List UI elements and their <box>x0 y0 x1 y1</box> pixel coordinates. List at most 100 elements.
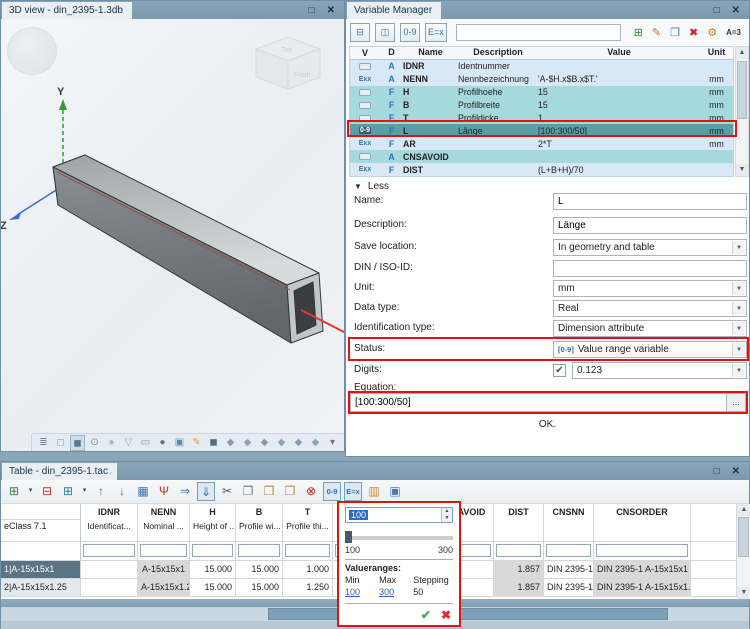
table-cell[interactable]: 15.000 <box>190 561 236 579</box>
filter-input[interactable] <box>140 544 187 557</box>
table-cell[interactable]: A-15x15x1.25 <box>138 579 190 597</box>
column-header[interactable]: CNSORDER <box>594 504 691 520</box>
filter-input[interactable] <box>546 544 591 557</box>
view-cube[interactable]: Top Front <box>256 37 320 89</box>
col-header-name[interactable]: Name <box>403 47 458 59</box>
filter-input[interactable] <box>192 544 233 557</box>
column-header[interactable]: IDNR <box>81 504 138 520</box>
variable-row[interactable]: FTProfildicke1mm <box>350 112 733 125</box>
column-header[interactable]: H <box>190 504 236 520</box>
chevron-down-icon[interactable]: ▼ <box>732 282 745 295</box>
hierarchy-icon[interactable]: Ψ <box>155 482 173 501</box>
zoom-icon[interactable]: ⊙ <box>87 435 102 451</box>
scroll-thumb[interactable] <box>737 61 747 119</box>
sphere-small-icon[interactable]: ● <box>104 435 119 451</box>
maximize-icon[interactable]: □ <box>714 466 720 477</box>
insert-row-below-icon[interactable]: ↓ <box>113 482 131 501</box>
goto-column-icon[interactable]: ⇒ <box>176 482 194 501</box>
close-icon[interactable]: ✕ <box>327 5 335 16</box>
goto-row-icon[interactable]: ⇓ <box>197 482 215 501</box>
chevron-down-icon[interactable]: ▼ <box>732 241 745 254</box>
variable-row[interactable]: FBProfilbreite15mm <box>350 99 733 112</box>
less-toggle[interactable]: ▼ Less <box>354 181 389 192</box>
paste-icon[interactable]: ❒ <box>260 482 278 501</box>
close-icon[interactable]: ✕ <box>732 5 740 16</box>
variable-table-scrollbar[interactable]: ▲ ▼ <box>735 46 749 177</box>
chevron-down-icon[interactable]: ▼ <box>732 343 745 356</box>
variable-row[interactable]: 0-9FLLänge[100:300/50]mm <box>350 124 733 137</box>
filter-input[interactable] <box>238 544 280 557</box>
sphere-dark-icon[interactable]: ● <box>155 435 170 451</box>
section-box-icon[interactable]: ◼ <box>206 435 221 451</box>
min-link[interactable]: 100 <box>345 587 379 597</box>
table-cell[interactable]: DIN 2395-1 <box>544 579 594 597</box>
settings-icon[interactable]: ⚙ <box>707 24 717 42</box>
variable-row[interactable]: ExxFDIST(L+B+H)/70 <box>350 163 733 176</box>
3d-viewport[interactable]: Top Front Y Z <box>1 19 344 451</box>
table-cell[interactable]: A-15x15x1 <box>138 561 190 579</box>
digits-select[interactable]: 0.123 ▼ <box>572 362 747 379</box>
close-icon[interactable]: ✕ <box>732 466 740 477</box>
table-cell[interactable] <box>81 579 138 597</box>
table-cell[interactable]: 1.250 <box>283 579 333 597</box>
tab-3d-view[interactable]: 3D view - din_2395-1.3db <box>2 2 132 19</box>
col-header-value[interactable]: Value <box>538 47 700 59</box>
variable-row[interactable]: AIDNRIdentnummer <box>350 60 733 73</box>
view-top-icon[interactable]: ◆ <box>308 435 323 451</box>
col-header-unit[interactable]: Unit <box>700 47 733 59</box>
scroll-down-icon[interactable]: ▼ <box>737 587 750 599</box>
accept-button[interactable]: ✔ <box>421 608 431 622</box>
validate-table-icon[interactable]: ⊞ <box>59 482 77 501</box>
col-header-v[interactable]: V <box>350 47 380 59</box>
view-back-icon[interactable]: ◆ <box>257 435 272 451</box>
spin-up-icon[interactable]: ▲ <box>442 508 452 515</box>
split-vertical-icon[interactable]: ◫ <box>375 23 395 42</box>
table-vscrollbar[interactable]: ▲ ▼ <box>737 504 750 599</box>
status-select[interactable]: [0-9] Value range variable ▼ <box>553 341 747 358</box>
cancel-button[interactable]: ✖ <box>441 608 451 622</box>
value-range-mode-icon[interactable]: 0-9 <box>323 482 341 501</box>
table-cell[interactable]: 15.000 <box>236 561 283 579</box>
value-slider[interactable] <box>345 531 453 543</box>
paste-special-icon[interactable]: ❒ <box>281 482 299 501</box>
validate-menu-icon[interactable]: ▾ <box>80 482 89 501</box>
spinner-value[interactable]: 100 <box>349 510 368 520</box>
save-icon[interactable]: ▣ <box>386 482 404 501</box>
column-header[interactable]: CNSNN <box>544 504 594 520</box>
variable-row[interactable]: ACNSAVOID <box>350 150 733 163</box>
scroll-thumb[interactable] <box>738 517 749 557</box>
cone-icon[interactable]: ▽ <box>121 435 136 451</box>
scroll-up-icon[interactable]: ▲ <box>736 47 748 59</box>
delete-variable-icon[interactable]: ✖ <box>689 24 698 42</box>
delete-row-icon[interactable]: ⊟ <box>38 482 56 501</box>
filter-input[interactable] <box>83 544 135 557</box>
maximize-icon[interactable]: □ <box>309 5 315 16</box>
table-properties-icon[interactable]: ▦ <box>134 482 152 501</box>
add-variable-icon[interactable]: ⊞ <box>634 24 643 42</box>
render-mode-icon[interactable]: ▣ <box>172 435 187 451</box>
tube-model[interactable] <box>53 155 323 343</box>
filter-input[interactable] <box>596 544 688 557</box>
table-cell[interactable]: DIN 2395-1 A-15x15x1 <box>594 561 691 579</box>
chevron-down-icon[interactable]: ▼ <box>732 364 745 377</box>
chevron-down-icon[interactable]: ▼ <box>732 302 745 315</box>
tab-variable-manager[interactable]: Variable Manager <box>347 2 441 19</box>
table-cell[interactable]: 1.857 <box>494 561 544 579</box>
din-iso-field[interactable] <box>553 260 747 277</box>
equation-browse-button[interactable]: ... <box>727 393 746 412</box>
more-views-icon[interactable]: ▾ <box>325 435 340 451</box>
table-cell[interactable]: DIN 2395-1 A-15x15x1.25 <box>594 579 691 597</box>
filter-input[interactable] <box>496 544 541 557</box>
table-cell[interactable] <box>81 561 138 579</box>
value-spinner[interactable]: 100 ▲ ▼ <box>345 507 453 523</box>
delete-cells-icon[interactable]: ⊗ <box>302 482 320 501</box>
assignment-icon[interactable]: A=3 <box>726 24 741 42</box>
model-tree-icon[interactable]: ≣ <box>36 435 51 451</box>
column-header[interactable]: DIST <box>494 504 544 520</box>
scroll-thumb[interactable] <box>268 608 668 620</box>
measure-icon[interactable]: ✎ <box>189 435 204 451</box>
table-cell[interactable]: 15.000 <box>236 579 283 597</box>
data-type-select[interactable]: Real ▼ <box>553 300 747 317</box>
column-header[interactable]: B <box>236 504 283 520</box>
insert-column-menu-icon[interactable]: ▾ <box>26 482 35 501</box>
